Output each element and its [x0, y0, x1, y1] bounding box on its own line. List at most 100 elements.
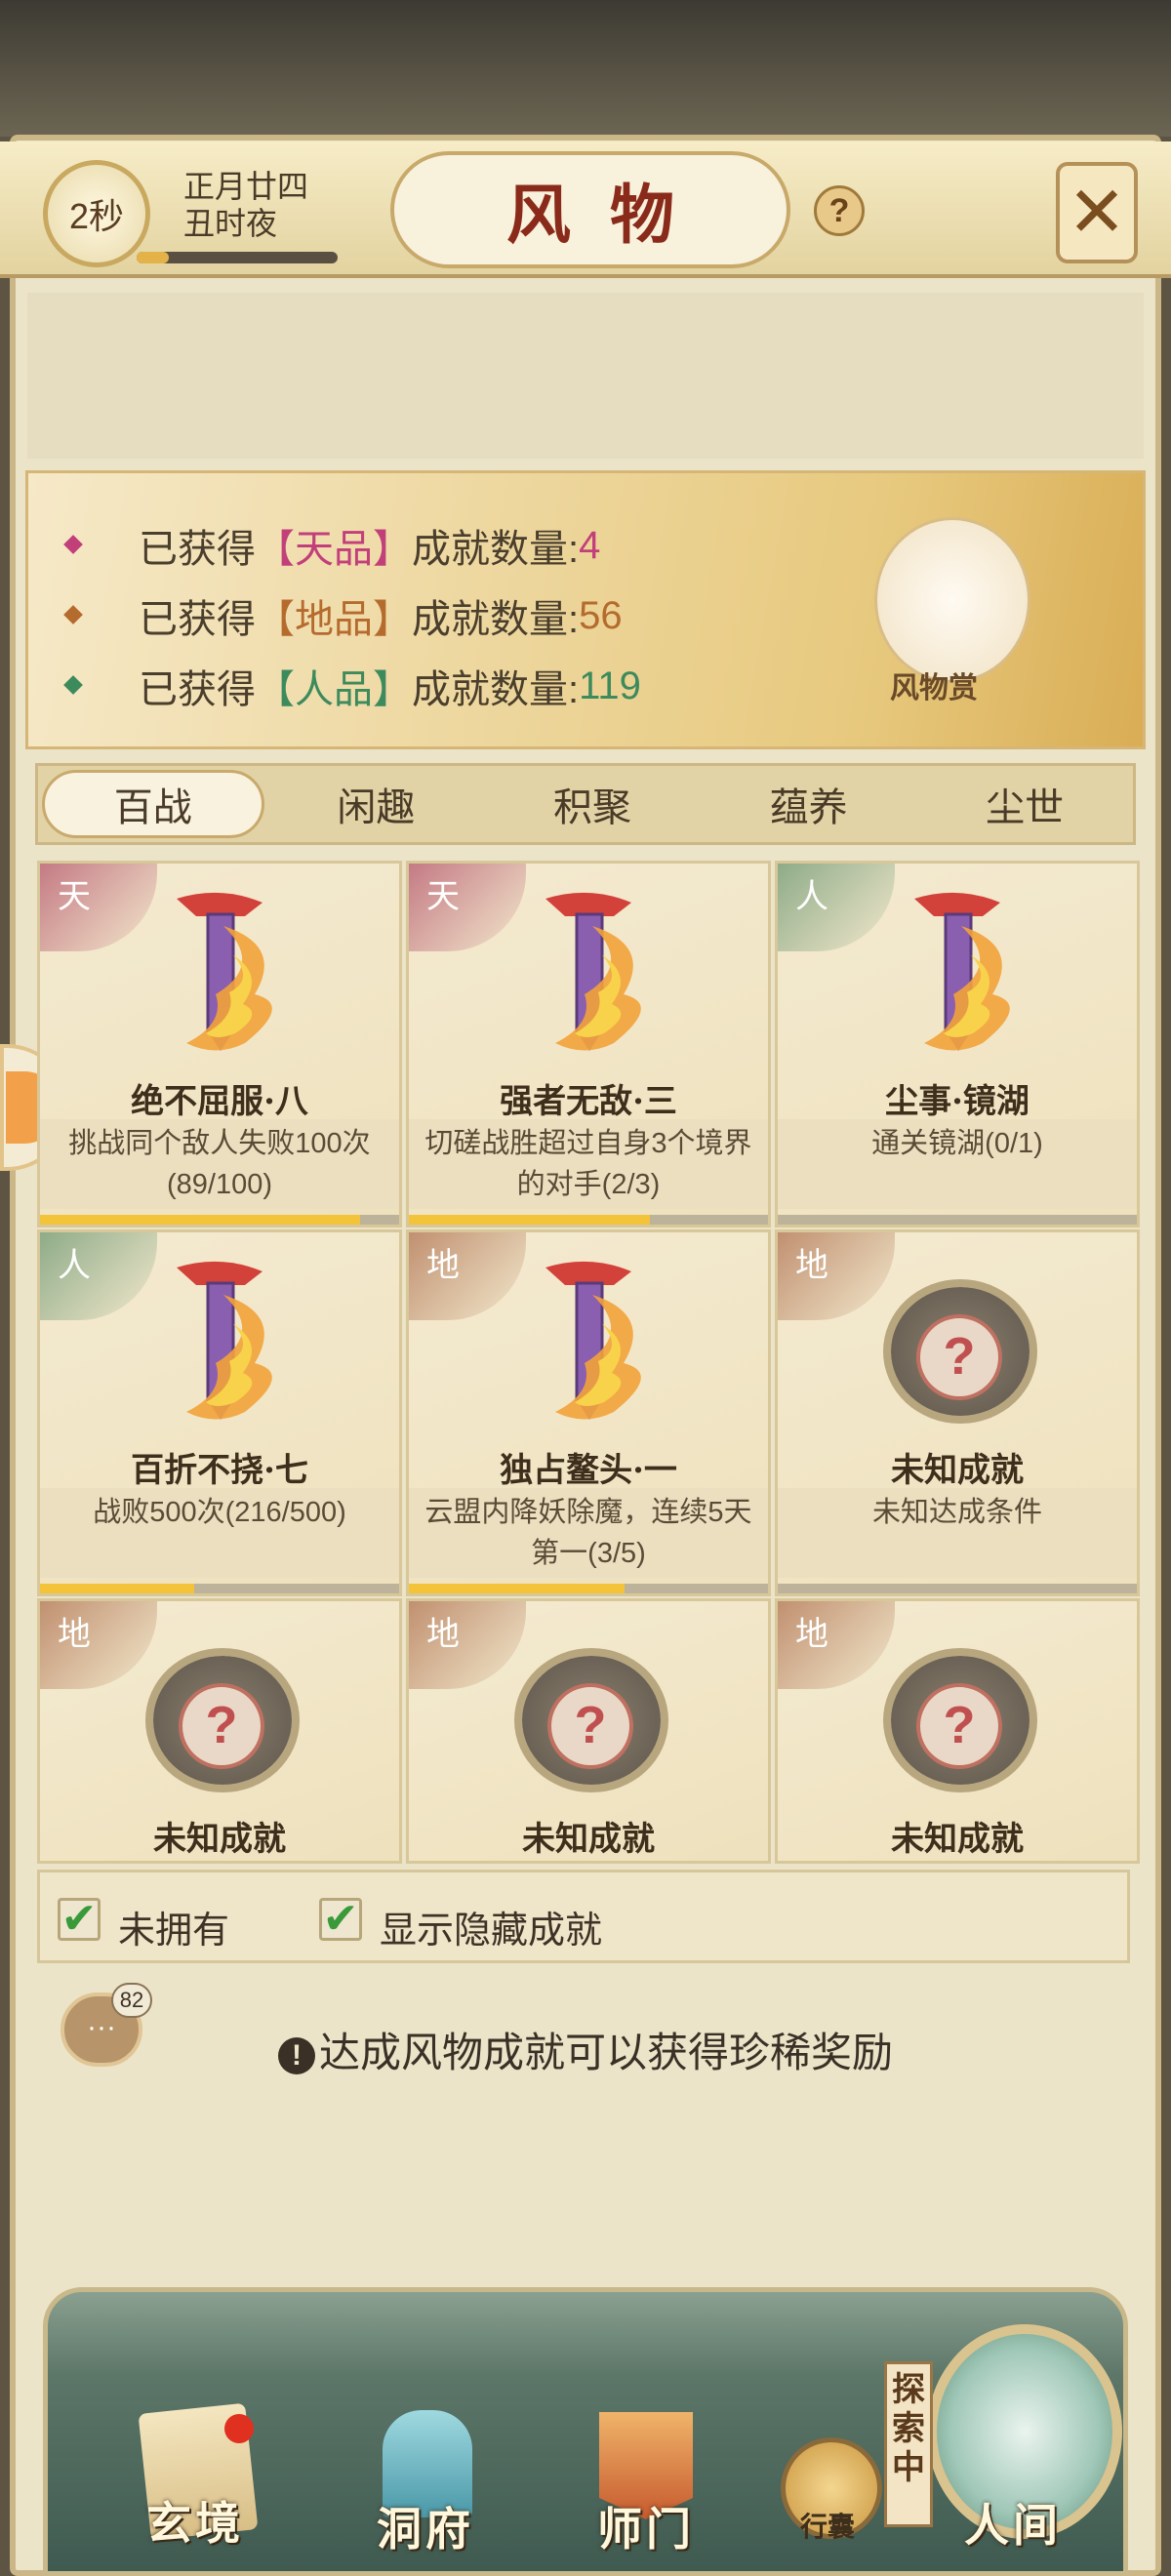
stat-suffix: 成就数量:: [412, 528, 580, 571]
tab-4[interactable]: 尘世: [916, 766, 1133, 842]
achievement-card[interactable]: 天 强者无敌·三 切磋战胜超过自身3个境界的对手(2/3): [406, 861, 771, 1228]
stat-prefix: 已获得: [139, 598, 256, 641]
achievement-desc: 挑战同个敌人失败100次(89/100): [40, 1119, 399, 1209]
explore-tag: 探索中: [884, 2361, 933, 2527]
achievement-card[interactable]: 人 尘事·镜湖 通关镜湖(0/1): [775, 861, 1140, 1228]
grade-corner: 天: [409, 864, 526, 951]
achievement-desc: 未知达成条件: [778, 1488, 1137, 1578]
achievement-name: 未知成就: [153, 1820, 286, 1859]
achievement-progress-fill: [40, 1215, 360, 1225]
grade-diamond-icon: [66, 606, 96, 625]
filter-bar: ✔ 未拥有 ✔ 显示隐藏成就: [37, 1870, 1130, 1963]
achievement-card[interactable]: 地? 未知成就: [37, 1598, 402, 1864]
achievement-name: 百折不挠·七: [131, 1451, 308, 1490]
grade-corner: 地: [409, 1232, 526, 1320]
lunar-date-line2: 丑时夜: [183, 206, 278, 241]
grade-corner: 地: [409, 1601, 526, 1689]
nav-shimen[interactable]: 师门: [597, 2494, 695, 2558]
notification-dot: [224, 2414, 254, 2443]
achievement-name: 尘事·镜湖: [885, 1082, 1030, 1121]
timer-label: 2秒: [68, 196, 125, 236]
nav-xuanjing[interactable]: 玄境: [146, 2488, 244, 2553]
tab-3[interactable]: 蕴养: [701, 766, 917, 842]
sword-flame-icon: [177, 892, 272, 1051]
question-mark-icon: ?: [547, 1683, 633, 1769]
tab-2[interactable]: 积聚: [484, 766, 701, 842]
achievement-progress-track: [409, 1215, 768, 1225]
close-crossed-swords-icon[interactable]: ✕: [1056, 162, 1138, 263]
achievement-progress-fill: [409, 1584, 625, 1593]
banner-area: [27, 293, 1144, 459]
achievement-card[interactable]: 地? 未知成就 未知达成条件: [775, 1229, 1140, 1596]
stat-row: 已获得 【人品】 成就数量: 119: [66, 658, 641, 714]
achievement-progress-track: [409, 1584, 768, 1593]
achievement-desc: 云盟内降妖除魔，连续5天第一(3/5): [409, 1488, 768, 1578]
page-title: 风物: [390, 151, 790, 268]
achievement-progress-track: [778, 1584, 1137, 1593]
grade-corner: 人: [40, 1232, 157, 1320]
achievement-name: 独占鳌头·一: [500, 1451, 677, 1490]
timer-progress-fill: [137, 252, 169, 263]
chat-count-badge: 82: [111, 1983, 152, 2018]
top-backdrop: [0, 0, 1171, 137]
achievement-card[interactable]: 人 百折不挠·七 战败500次(216/500): [37, 1229, 402, 1596]
achievement-progress-track: [40, 1215, 399, 1225]
achievement-card[interactable]: 地 独占鳌头·一 云盟内降妖除魔，连续5天第一(3/5): [406, 1229, 771, 1596]
reward-avatar-icon[interactable]: [874, 517, 1030, 683]
sword-flame-icon: [545, 1261, 641, 1420]
reward-notice: ! 达成风物成就可以获得珍稀奖励: [0, 2020, 1171, 2079]
stat-suffix: 成就数量:: [412, 598, 580, 641]
timer-badge[interactable]: 2秒: [43, 160, 150, 267]
achievement-card[interactable]: 地? 未知成就: [775, 1598, 1140, 1864]
grade-corner: 天: [40, 864, 157, 951]
grade-corner: 地: [40, 1601, 157, 1689]
question-mark-icon: ?: [916, 1314, 1002, 1400]
sword-flame-icon: [545, 892, 641, 1051]
filter-unowned-label: 未拥有: [118, 1911, 230, 1952]
lunar-date-line1: 正月廿四: [183, 169, 309, 204]
lunar-date: 正月廿四 丑时夜: [183, 168, 308, 242]
achievement-progress-fill: [40, 1584, 195, 1593]
grade-diamond-icon: [66, 676, 96, 696]
question-mark-icon: ?: [179, 1683, 264, 1769]
tab-0[interactable]: 百战: [42, 770, 264, 838]
stat-row: 已获得 【地品】 成就数量: 56: [66, 587, 623, 644]
explore-label: 探索中: [892, 2371, 925, 2486]
grade-diamond-icon: [66, 536, 96, 555]
achievement-desc: 战败500次(216/500): [40, 1488, 399, 1578]
achievement-name: 未知成就: [891, 1820, 1024, 1859]
achievement-progress-fill: [409, 1215, 650, 1225]
reward-label: 风物赏: [890, 671, 978, 705]
achievement-name: 强者无敌·三: [500, 1082, 677, 1121]
sword-flame-icon: [177, 1261, 272, 1420]
achievement-name: 未知成就: [522, 1820, 655, 1859]
filter-unowned-checkbox[interactable]: ✔: [58, 1898, 101, 1941]
achievement-card[interactable]: 地? 未知成就: [406, 1598, 771, 1864]
achievement-desc: 通关镜湖(0/1): [778, 1119, 1137, 1209]
achievement-name: 未知成就: [891, 1451, 1024, 1490]
help-icon[interactable]: ?: [814, 185, 865, 236]
filter-hidden-checkbox[interactable]: ✔: [319, 1898, 362, 1941]
stat-grade: 【人品】: [256, 668, 412, 711]
achievement-progress-track: [40, 1584, 399, 1593]
nav-dongfu[interactable]: 洞府: [377, 2494, 474, 2558]
grade-corner: 人: [778, 864, 895, 951]
stat-grade: 【地品】: [256, 598, 412, 641]
reward-notice-text: 达成风物成就可以获得珍稀奖励: [318, 2030, 893, 2075]
stat-count: 56: [579, 593, 623, 637]
achievement-card[interactable]: 天 绝不屈服·八 挑战同个敌人失败100次(89/100): [37, 861, 402, 1228]
question-mark-icon: ?: [916, 1683, 1002, 1769]
category-tabs: 百战 闲趣 积聚 蕴养 尘世: [35, 763, 1136, 845]
nav-renjian[interactable]: 人间: [964, 2490, 1062, 2555]
achievement-name: 绝不屈服·八: [131, 1082, 308, 1121]
stat-count: 119: [579, 664, 641, 707]
stat-suffix: 成就数量:: [412, 668, 580, 711]
stat-prefix: 已获得: [139, 528, 256, 571]
stat-count: 4: [579, 523, 601, 567]
tab-1[interactable]: 闲趣: [268, 766, 485, 842]
grade-corner: 地: [778, 1601, 895, 1689]
exclamation-icon: !: [277, 2036, 315, 2074]
grade-corner: 地: [778, 1232, 895, 1320]
stat-prefix: 已获得: [139, 668, 256, 711]
nav-xingnang[interactable]: 行囊: [800, 2506, 855, 2545]
